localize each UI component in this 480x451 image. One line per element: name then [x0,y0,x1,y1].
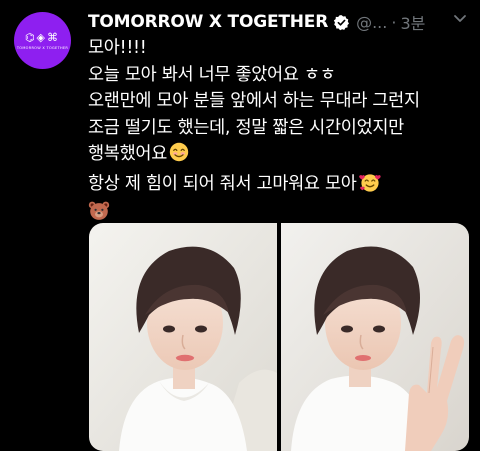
tweet-header: TOMORROW X TOGETHER @... · 3분 [88,10,468,34]
tweet-line-with-emoji: 행복했어요 [88,141,473,171]
tweet-text: 모아!!!! 오늘 모아 봐서 너무 좋았어요 ㅎㅎ 오랜만에 모아 분들 앞에… [88,35,473,230]
tweet-line: 오늘 모아 봐서 너무 좋았어요 ㅎㅎ [88,64,336,85]
timestamp[interactable]: 3분 [400,10,425,34]
smiling-face-with-hearts-emoji [358,172,381,201]
verified-badge-icon [333,14,350,31]
avatar-logo-marks: ⌬◈⌘ [24,30,61,44]
avatar[interactable]: ⌬◈⌘ TOMORROW X TOGETHER [14,12,71,69]
tweet-line-with-emoji: 항상 제 힘이 되어 줘서 고마워요 모아 [88,171,473,201]
tweet-line: 모아!!!! [88,38,147,58]
photo-2[interactable] [281,223,469,451]
tweet-line: 행복했어요 [88,144,167,164]
smiling-face-emoji [169,142,189,171]
chevron-down-icon[interactable] [452,10,468,31]
tweet-line: 오랜만에 모아 분들 앞에서 하는 무대라 그런지 [88,91,420,111]
separator-dot: · [391,12,397,32]
avatar-logo-text: TOMORROW X TOGETHER [16,45,69,50]
tweet-line: 조금 떨기도 했는데, 정말 짧은 시간이었지만 [88,117,404,138]
media-grid[interactable] [89,223,469,451]
user-handle[interactable]: @... [356,13,387,32]
photo-1[interactable] [89,223,277,451]
tweet-line: 항상 제 힘이 되어 줘서 고마워요 모아 [88,173,357,194]
display-name[interactable]: TOMORROW X TOGETHER [88,12,328,32]
